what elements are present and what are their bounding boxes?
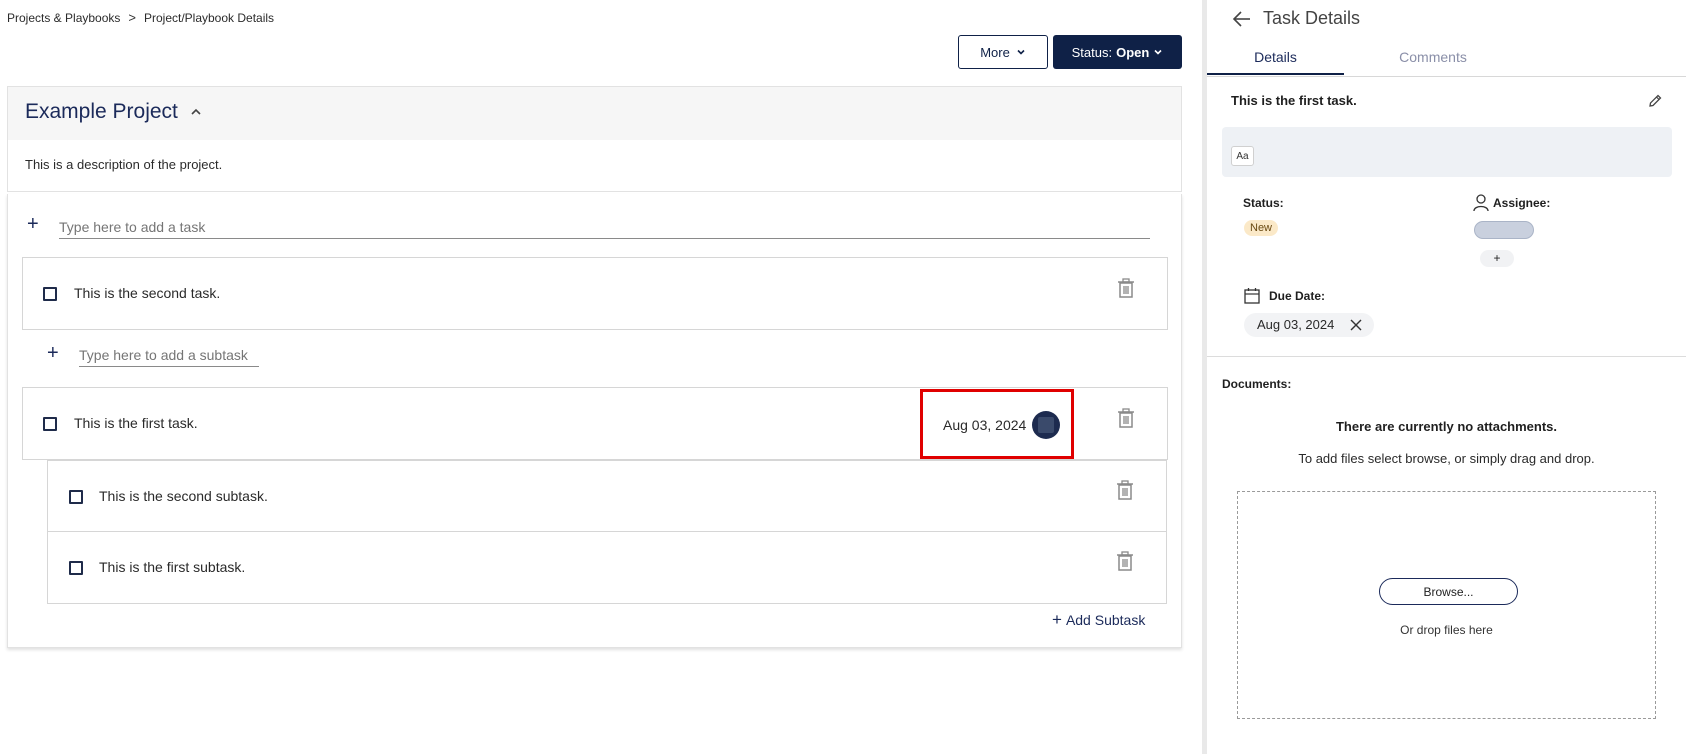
trash-icon[interactable] (1117, 278, 1135, 298)
project-description: This is a description of the project. (25, 157, 223, 172)
add-task-input[interactable] (59, 216, 1150, 239)
add-files-hint: To add files select browse, or simply dr… (1298, 451, 1595, 466)
chevron-down-icon (1154, 49, 1162, 55)
chevron-down-icon (1017, 49, 1025, 55)
trash-icon[interactable] (1116, 480, 1134, 500)
browse-button[interactable]: Browse... (1379, 578, 1518, 605)
description-editor[interactable]: Aa (1222, 127, 1672, 177)
subtask-checkbox[interactable] (69, 490, 83, 504)
task-checkbox[interactable] (43, 417, 57, 431)
project-title-row: Example Project (25, 100, 202, 124)
task-details-tabs: Details Comments (1207, 45, 1686, 77)
tab-active-indicator (1207, 73, 1344, 75)
task-details-panel: Task Details Details Comments This is th… (1207, 0, 1686, 754)
task-checkbox[interactable] (43, 287, 57, 301)
add-subtask-row: + (47, 342, 259, 367)
plus-icon[interactable]: + (47, 342, 59, 364)
project-card: Example Project This is a description of… (7, 86, 1182, 192)
user-icon (1473, 194, 1489, 212)
tab-comments[interactable]: Comments (1378, 49, 1488, 65)
subtask-label: This is the first subtask. (99, 559, 246, 575)
task-row[interactable]: This is the second task. (22, 257, 1168, 330)
task-details-title: Task Details (1263, 8, 1361, 28)
task-due-date[interactable]: Aug 03, 2024 (943, 417, 1026, 433)
breadcrumb-current: Project/Playbook Details (143, 10, 275, 25)
tab-details[interactable]: Details (1207, 49, 1344, 65)
plus-icon[interactable]: + (27, 214, 39, 234)
task-label: This is the second task. (74, 285, 221, 301)
file-drop-zone[interactable]: Browse... Or drop files here (1237, 491, 1656, 719)
assignee-chip[interactable] (1474, 221, 1534, 239)
subtask-label: This is the second subtask. (99, 488, 268, 504)
trash-icon[interactable] (1117, 408, 1135, 428)
status-label: Status: (1243, 196, 1284, 210)
subtask-checkbox[interactable] (69, 561, 83, 575)
breadcrumb-separator: > (128, 10, 136, 25)
plus-icon: + (1052, 610, 1062, 629)
task-due-date-highlight[interactable]: Aug 03, 2024 (920, 389, 1074, 459)
assignee-avatar[interactable] (1032, 411, 1060, 439)
close-icon[interactable] (1350, 319, 1362, 331)
subtask-row[interactable]: This is the first subtask. (47, 531, 1167, 604)
breadcrumb: Projects & Playbooks > Project/Playbook … (7, 10, 274, 25)
add-subtask-button-label: Add Subtask (1065, 612, 1146, 628)
status-button-value: Open (1116, 44, 1150, 60)
due-date-chip[interactable]: Aug 03, 2024 (1244, 313, 1374, 337)
section-divider (1207, 356, 1686, 357)
more-button-label: More (980, 44, 1010, 60)
status-button-prefix: Status: (1071, 44, 1113, 60)
task-name: This is the first task. (1231, 93, 1357, 108)
add-subtask-button[interactable]: + Add Subtask (1052, 610, 1146, 629)
no-attachments-message: There are currently no attachments. (1335, 419, 1558, 434)
pencil-icon[interactable] (1647, 93, 1663, 109)
assignee-label: Assignee: (1493, 196, 1551, 210)
calendar-icon (1244, 288, 1260, 304)
add-subtask-input[interactable] (79, 344, 259, 367)
more-button[interactable]: More (958, 35, 1048, 69)
add-task-row: + (27, 214, 1150, 239)
arrow-left-icon[interactable] (1232, 10, 1252, 28)
subtask-row[interactable]: This is the second subtask. (47, 460, 1167, 532)
trash-icon[interactable] (1116, 551, 1134, 571)
project-header: Example Project (8, 87, 1181, 140)
add-assignee-button[interactable]: + (1480, 250, 1514, 267)
drop-files-hint: Or drop files here (1400, 623, 1493, 637)
status-badge[interactable]: New (1244, 220, 1279, 236)
task-label: This is the first task. (74, 415, 198, 431)
due-date-value: Aug 03, 2024 (1257, 317, 1335, 332)
chevron-up-icon[interactable] (190, 106, 202, 118)
documents-label: Documents: (1222, 377, 1292, 391)
text-format-button[interactable]: Aa (1231, 146, 1254, 166)
status-button[interactable]: Status: Open (1053, 35, 1182, 69)
due-date-label: Due Date: (1269, 289, 1326, 303)
breadcrumb-projects-link[interactable]: Projects & Playbooks (7, 11, 120, 25)
project-title: Example Project (25, 100, 178, 123)
